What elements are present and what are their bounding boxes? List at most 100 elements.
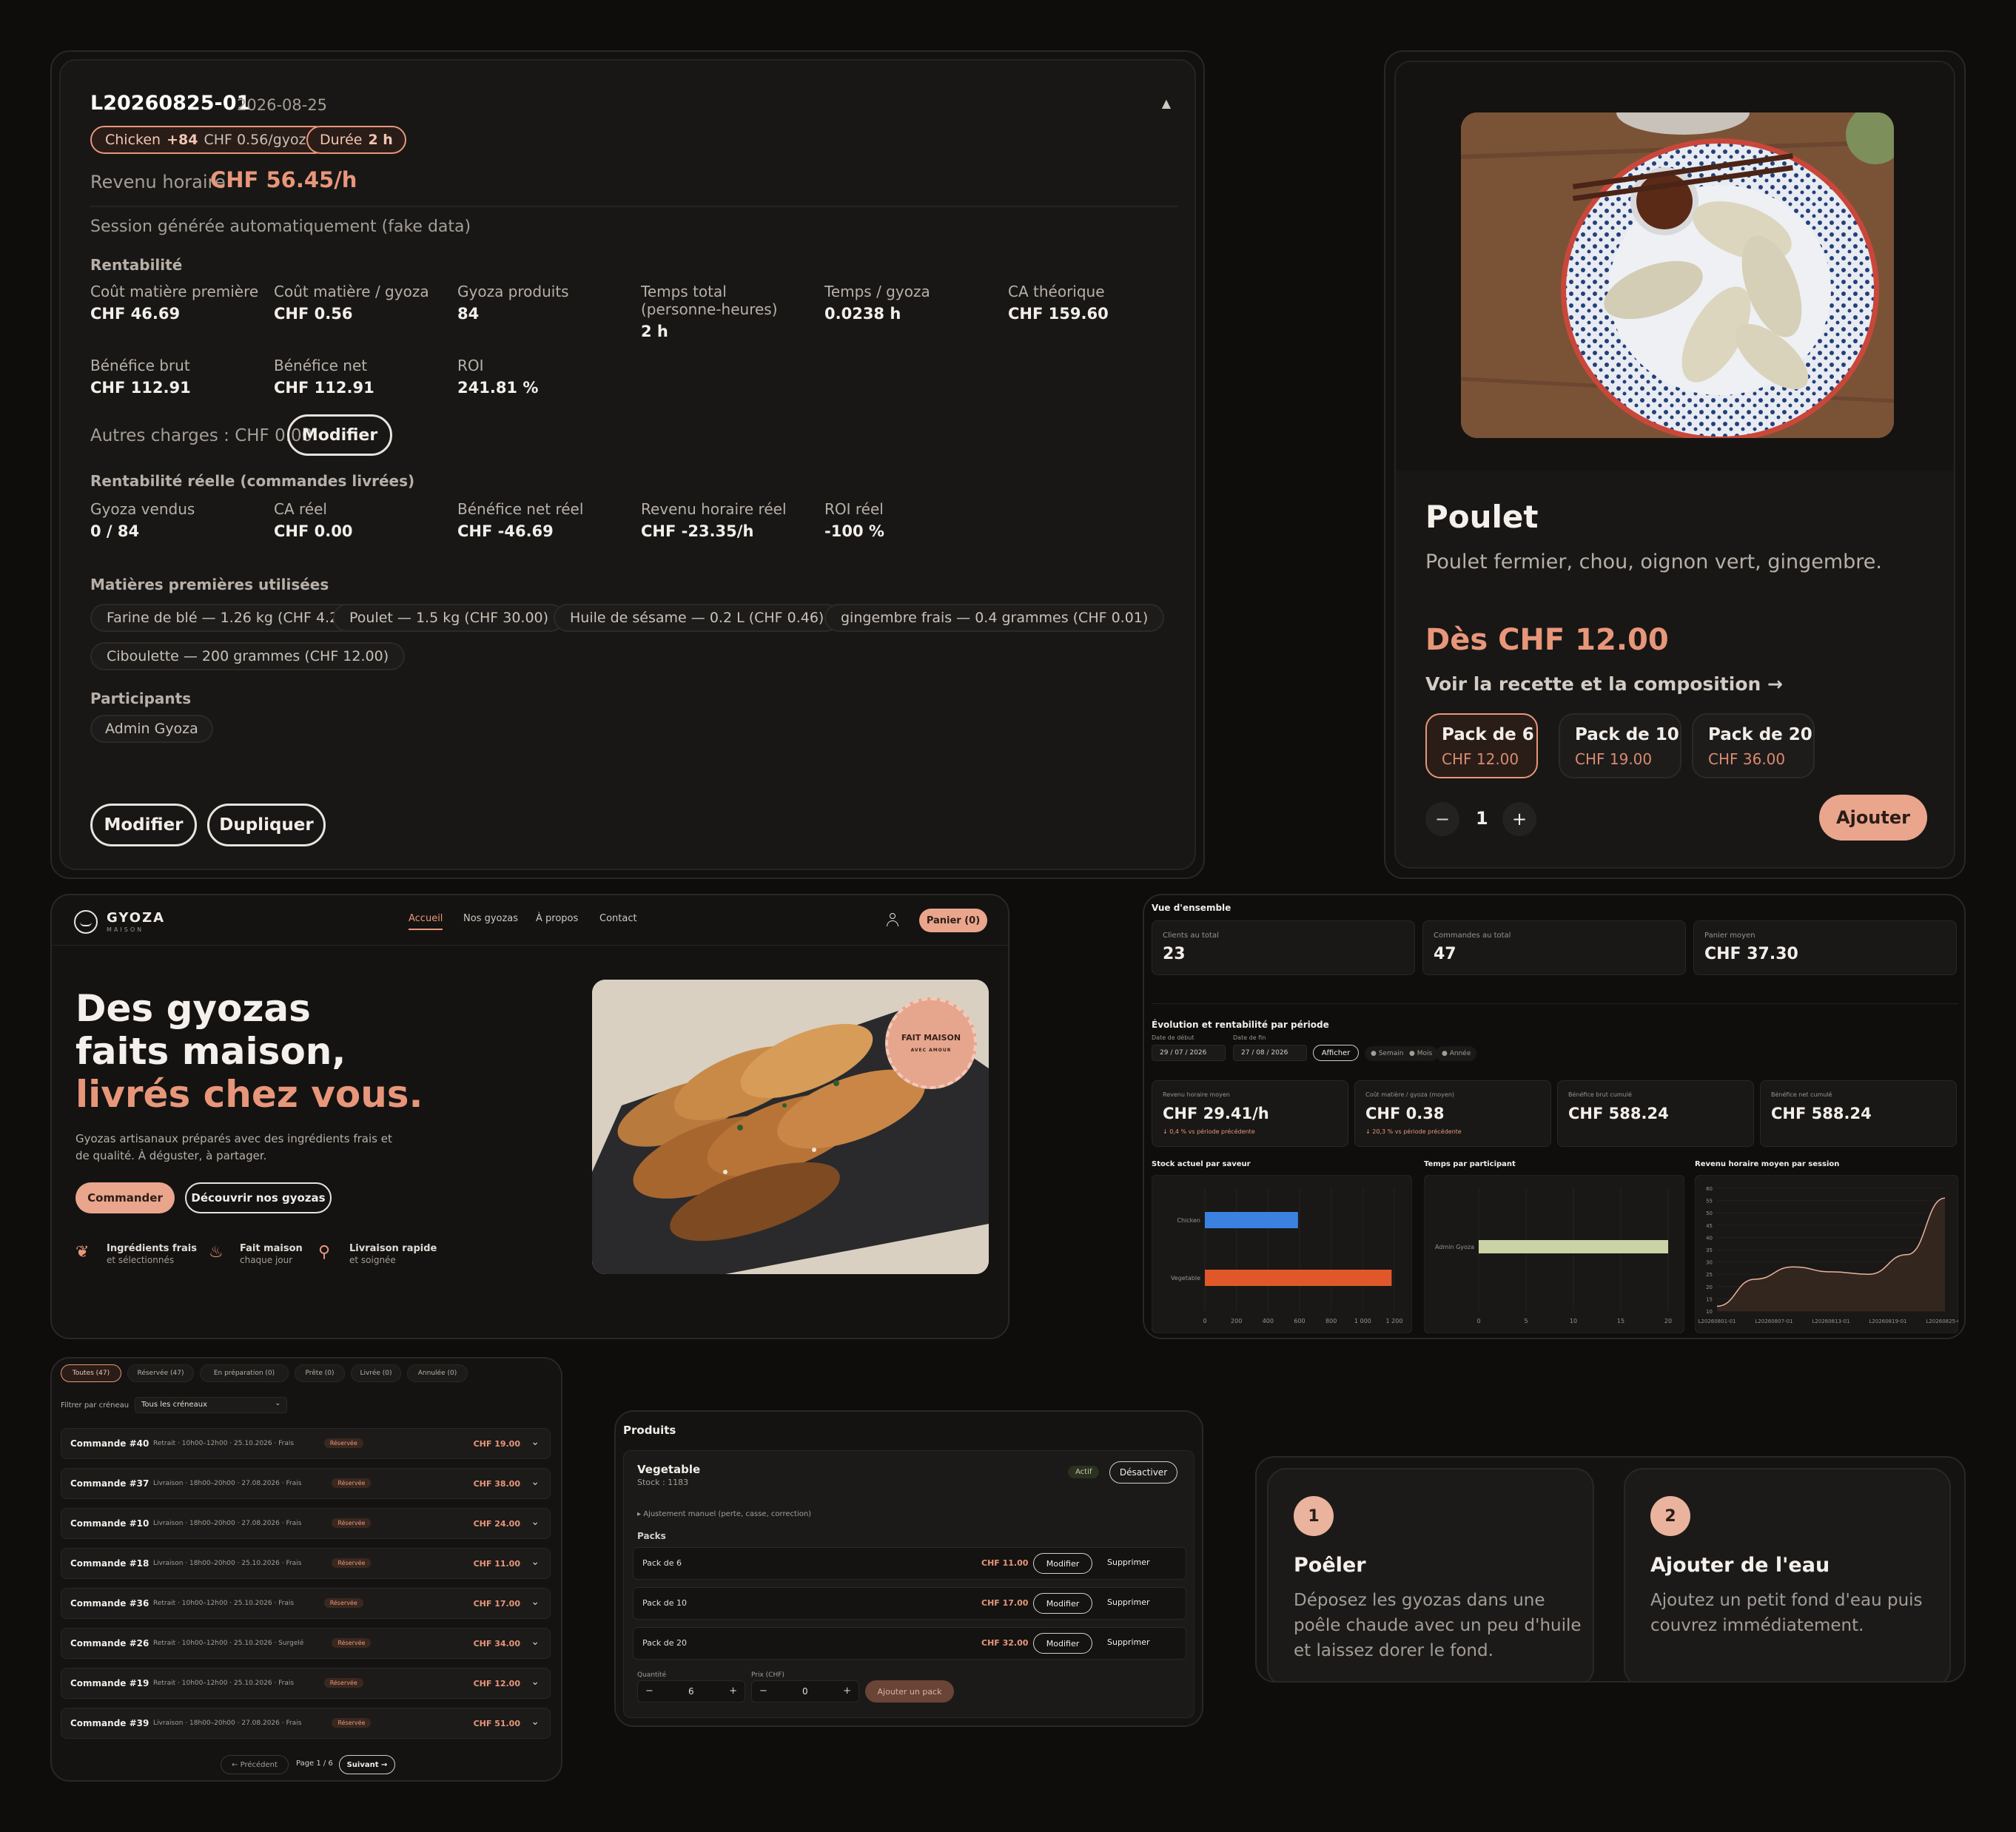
- logo-icon[interactable]: [74, 910, 98, 934]
- metric-item: Bénéfice net CHF 112.91: [274, 357, 444, 397]
- user-icon[interactable]: [887, 913, 898, 926]
- period-button[interactable]: ● Année: [1436, 1046, 1477, 1061]
- pack-qty-plus[interactable]: +: [729, 1685, 737, 1697]
- nav-item[interactable]: À propos: [536, 913, 578, 924]
- page-indicator: Page 1 / 6: [296, 1759, 333, 1768]
- date-end-input[interactable]: 27 / 08 / 2026: [1233, 1045, 1307, 1061]
- qty-minus-button[interactable]: −: [1425, 802, 1459, 836]
- pack-qty-stepper[interactable]: − 6 +: [637, 1680, 745, 1703]
- admin-product-name: Vegetable: [637, 1463, 701, 1476]
- order-meta: Livraison · 18h00–20h00 · 27.08.2026 · F…: [153, 1720, 302, 1727]
- order-price: CHF 24.00: [473, 1519, 520, 1529]
- pack-qty-minus[interactable]: −: [645, 1685, 653, 1697]
- dupliquer-button[interactable]: Dupliquer: [207, 804, 326, 846]
- modifier-button[interactable]: Modifier: [90, 804, 197, 846]
- collapse-icon[interactable]: ▲: [1162, 96, 1171, 110]
- order-row[interactable]: Commande #36 Retrait · 10h00–12h00 · 25.1…: [61, 1588, 551, 1619]
- pack-price-plus[interactable]: +: [843, 1685, 851, 1697]
- nav-item[interactable]: Nos gyozas: [463, 913, 518, 924]
- order-row[interactable]: Commande #40 Retrait · 10h00–12h00 · 25.1…: [61, 1428, 551, 1459]
- chevron-down-icon[interactable]: ⌄: [531, 1516, 540, 1528]
- pack-modify-button[interactable]: Modifier: [1033, 1593, 1092, 1614]
- product-price: Dès CHF 12.00: [1425, 623, 1669, 657]
- order-meta: Livraison · 18h00–20h00 · 27.08.2026 · F…: [153, 1480, 302, 1487]
- order-row[interactable]: Commande #18 Livraison · 18h00–20h00 · 25…: [61, 1548, 551, 1579]
- next-page-button[interactable]: Suivant →: [339, 1755, 395, 1774]
- order-row[interactable]: Commande #10 Livraison · 18h00–20h00 · 27…: [61, 1508, 551, 1539]
- order-row[interactable]: Commande #26 Retrait · 10h00–12h00 · 25.1…: [61, 1628, 551, 1659]
- pack-price-stepper[interactable]: − 0 +: [751, 1680, 859, 1703]
- chevron-down-icon[interactable]: ⌄: [531, 1556, 540, 1568]
- order-tab[interactable]: Annulée (0): [407, 1364, 468, 1382]
- brand-name[interactable]: GYOZA: [107, 910, 165, 926]
- slot-filter-select[interactable]: Tous les créneaux ⌄: [135, 1397, 287, 1413]
- show-button[interactable]: Afficher: [1313, 1045, 1359, 1061]
- x-tick-label: 800: [1325, 1318, 1337, 1324]
- order-tab[interactable]: Toutes (47): [61, 1364, 121, 1382]
- order-meta: Retrait · 10h00–12h00 · 25.10.2026 · Sur…: [153, 1640, 304, 1647]
- x-tick-label: 1 200: [1386, 1318, 1403, 1324]
- chevron-down-icon[interactable]: ⌄: [531, 1676, 540, 1688]
- order-row[interactable]: Commande #37 Livraison · 18h00–20h00 · 27…: [61, 1468, 551, 1499]
- pack-delete-button[interactable]: Supprimer: [1107, 1557, 1150, 1567]
- order-row[interactable]: Commande #19 Retrait · 10h00–12h00 · 25.1…: [61, 1668, 551, 1699]
- order-tab[interactable]: Livrée (0): [351, 1364, 401, 1382]
- chevron-down-icon[interactable]: ⌄: [531, 1716, 540, 1728]
- order-tab[interactable]: Prête (0): [295, 1364, 345, 1382]
- period-stat-value: CHF 29.41/h: [1163, 1105, 1269, 1122]
- pack-option[interactable]: Pack de 6 CHF 12.00: [1425, 713, 1538, 778]
- date-start-input[interactable]: 29 / 07 / 2026: [1152, 1045, 1226, 1061]
- admin-pack-row: Pack de 6 CHF 11.00 Modifier Supprimer: [633, 1547, 1186, 1580]
- chevron-down-icon[interactable]: ⌄: [531, 1596, 540, 1608]
- landing-header: [52, 895, 1008, 946]
- fait-maison-badge: FAIT MAISON AVEC AMOUR: [885, 997, 977, 1089]
- filter-label: Filtrer par créneau: [61, 1401, 130, 1410]
- produits-panel: Produits Vegetable Stock : 1183 Actif Dé…: [614, 1410, 1203, 1727]
- pack-modify-button[interactable]: Modifier: [1033, 1633, 1092, 1654]
- qty-plus-button[interactable]: +: [1502, 802, 1536, 836]
- pack-price-minus[interactable]: −: [759, 1685, 767, 1697]
- pack-modify-button[interactable]: Modifier: [1033, 1553, 1092, 1574]
- discover-button[interactable]: Découvrir nos gyozas: [185, 1182, 332, 1213]
- y-tick-label: Vegetable: [1171, 1275, 1200, 1282]
- matiere-chip: Poulet — 1.5 kg (CHF 30.00): [333, 604, 565, 632]
- x-tick-label: 0: [1203, 1318, 1206, 1324]
- cart-button[interactable]: Panier (0): [919, 909, 987, 932]
- period-stat-card: Bénéfice net cumulé CHF 588.24: [1760, 1080, 1957, 1147]
- modifier-charges-button[interactable]: Modifier: [287, 414, 392, 456]
- reelle-value: CHF 0.00: [274, 522, 353, 540]
- recipe-link[interactable]: Voir la recette et la composition →: [1425, 673, 1783, 695]
- order-button[interactable]: Commander: [75, 1182, 175, 1213]
- y-tick-label: Admin Gyoza: [1435, 1244, 1474, 1250]
- order-title: Commande #39: [70, 1718, 149, 1728]
- nav-item[interactable]: Contact: [599, 913, 637, 924]
- period-button[interactable]: ● Mois: [1403, 1046, 1439, 1061]
- order-tab[interactable]: En préparation (0): [200, 1364, 289, 1382]
- order-tab[interactable]: Réservée (47): [127, 1364, 194, 1382]
- chevron-down-icon[interactable]: ⌄: [531, 1636, 540, 1648]
- nav-item[interactable]: Accueil: [409, 913, 443, 930]
- order-price: CHF 17.00: [473, 1599, 520, 1609]
- chevron-down-icon[interactable]: ⌄: [531, 1436, 540, 1448]
- pack-delete-button[interactable]: Supprimer: [1107, 1637, 1150, 1647]
- reelle-label: Gyoza vendus: [90, 500, 195, 518]
- pack-option[interactable]: Pack de 20 CHF 36.00: [1692, 713, 1815, 778]
- metric-item: ROI 241.81 %: [457, 357, 628, 397]
- pack-delete-button[interactable]: Supprimer: [1107, 1597, 1150, 1607]
- step-number: 2: [1650, 1496, 1690, 1536]
- add-pack-button[interactable]: Ajouter un pack: [865, 1680, 954, 1703]
- y-tick-label: 60: [1706, 1186, 1713, 1192]
- bar: [1205, 1270, 1392, 1286]
- manual-adjust-toggle[interactable]: ▸ Ajustement manuel (perte, casse, corre…: [637, 1510, 811, 1518]
- chevron-down-icon[interactable]: ⌄: [531, 1476, 540, 1488]
- pack-option[interactable]: Pack de 10 CHF 19.00: [1559, 713, 1681, 778]
- prev-page-button[interactable]: ← Précédent: [221, 1755, 289, 1774]
- matiere-chip: Huile de sésame — 0.2 L (CHF 0.46): [554, 604, 841, 632]
- period-stat-delta: ↓ 20,3 % vs période précédente: [1365, 1128, 1462, 1135]
- deactivate-button[interactable]: Désactiver: [1109, 1461, 1177, 1484]
- slot-filter-value: Tous les créneaux: [141, 1401, 207, 1409]
- x-tick-label: 1 000: [1354, 1318, 1371, 1324]
- add-to-cart-button[interactable]: Ajouter: [1819, 795, 1927, 841]
- product-card: Poulet Poulet fermier, chou, oignon vert…: [1394, 61, 1955, 869]
- order-row[interactable]: Commande #39 Livraison · 18h00–20h00 · 27…: [61, 1708, 551, 1739]
